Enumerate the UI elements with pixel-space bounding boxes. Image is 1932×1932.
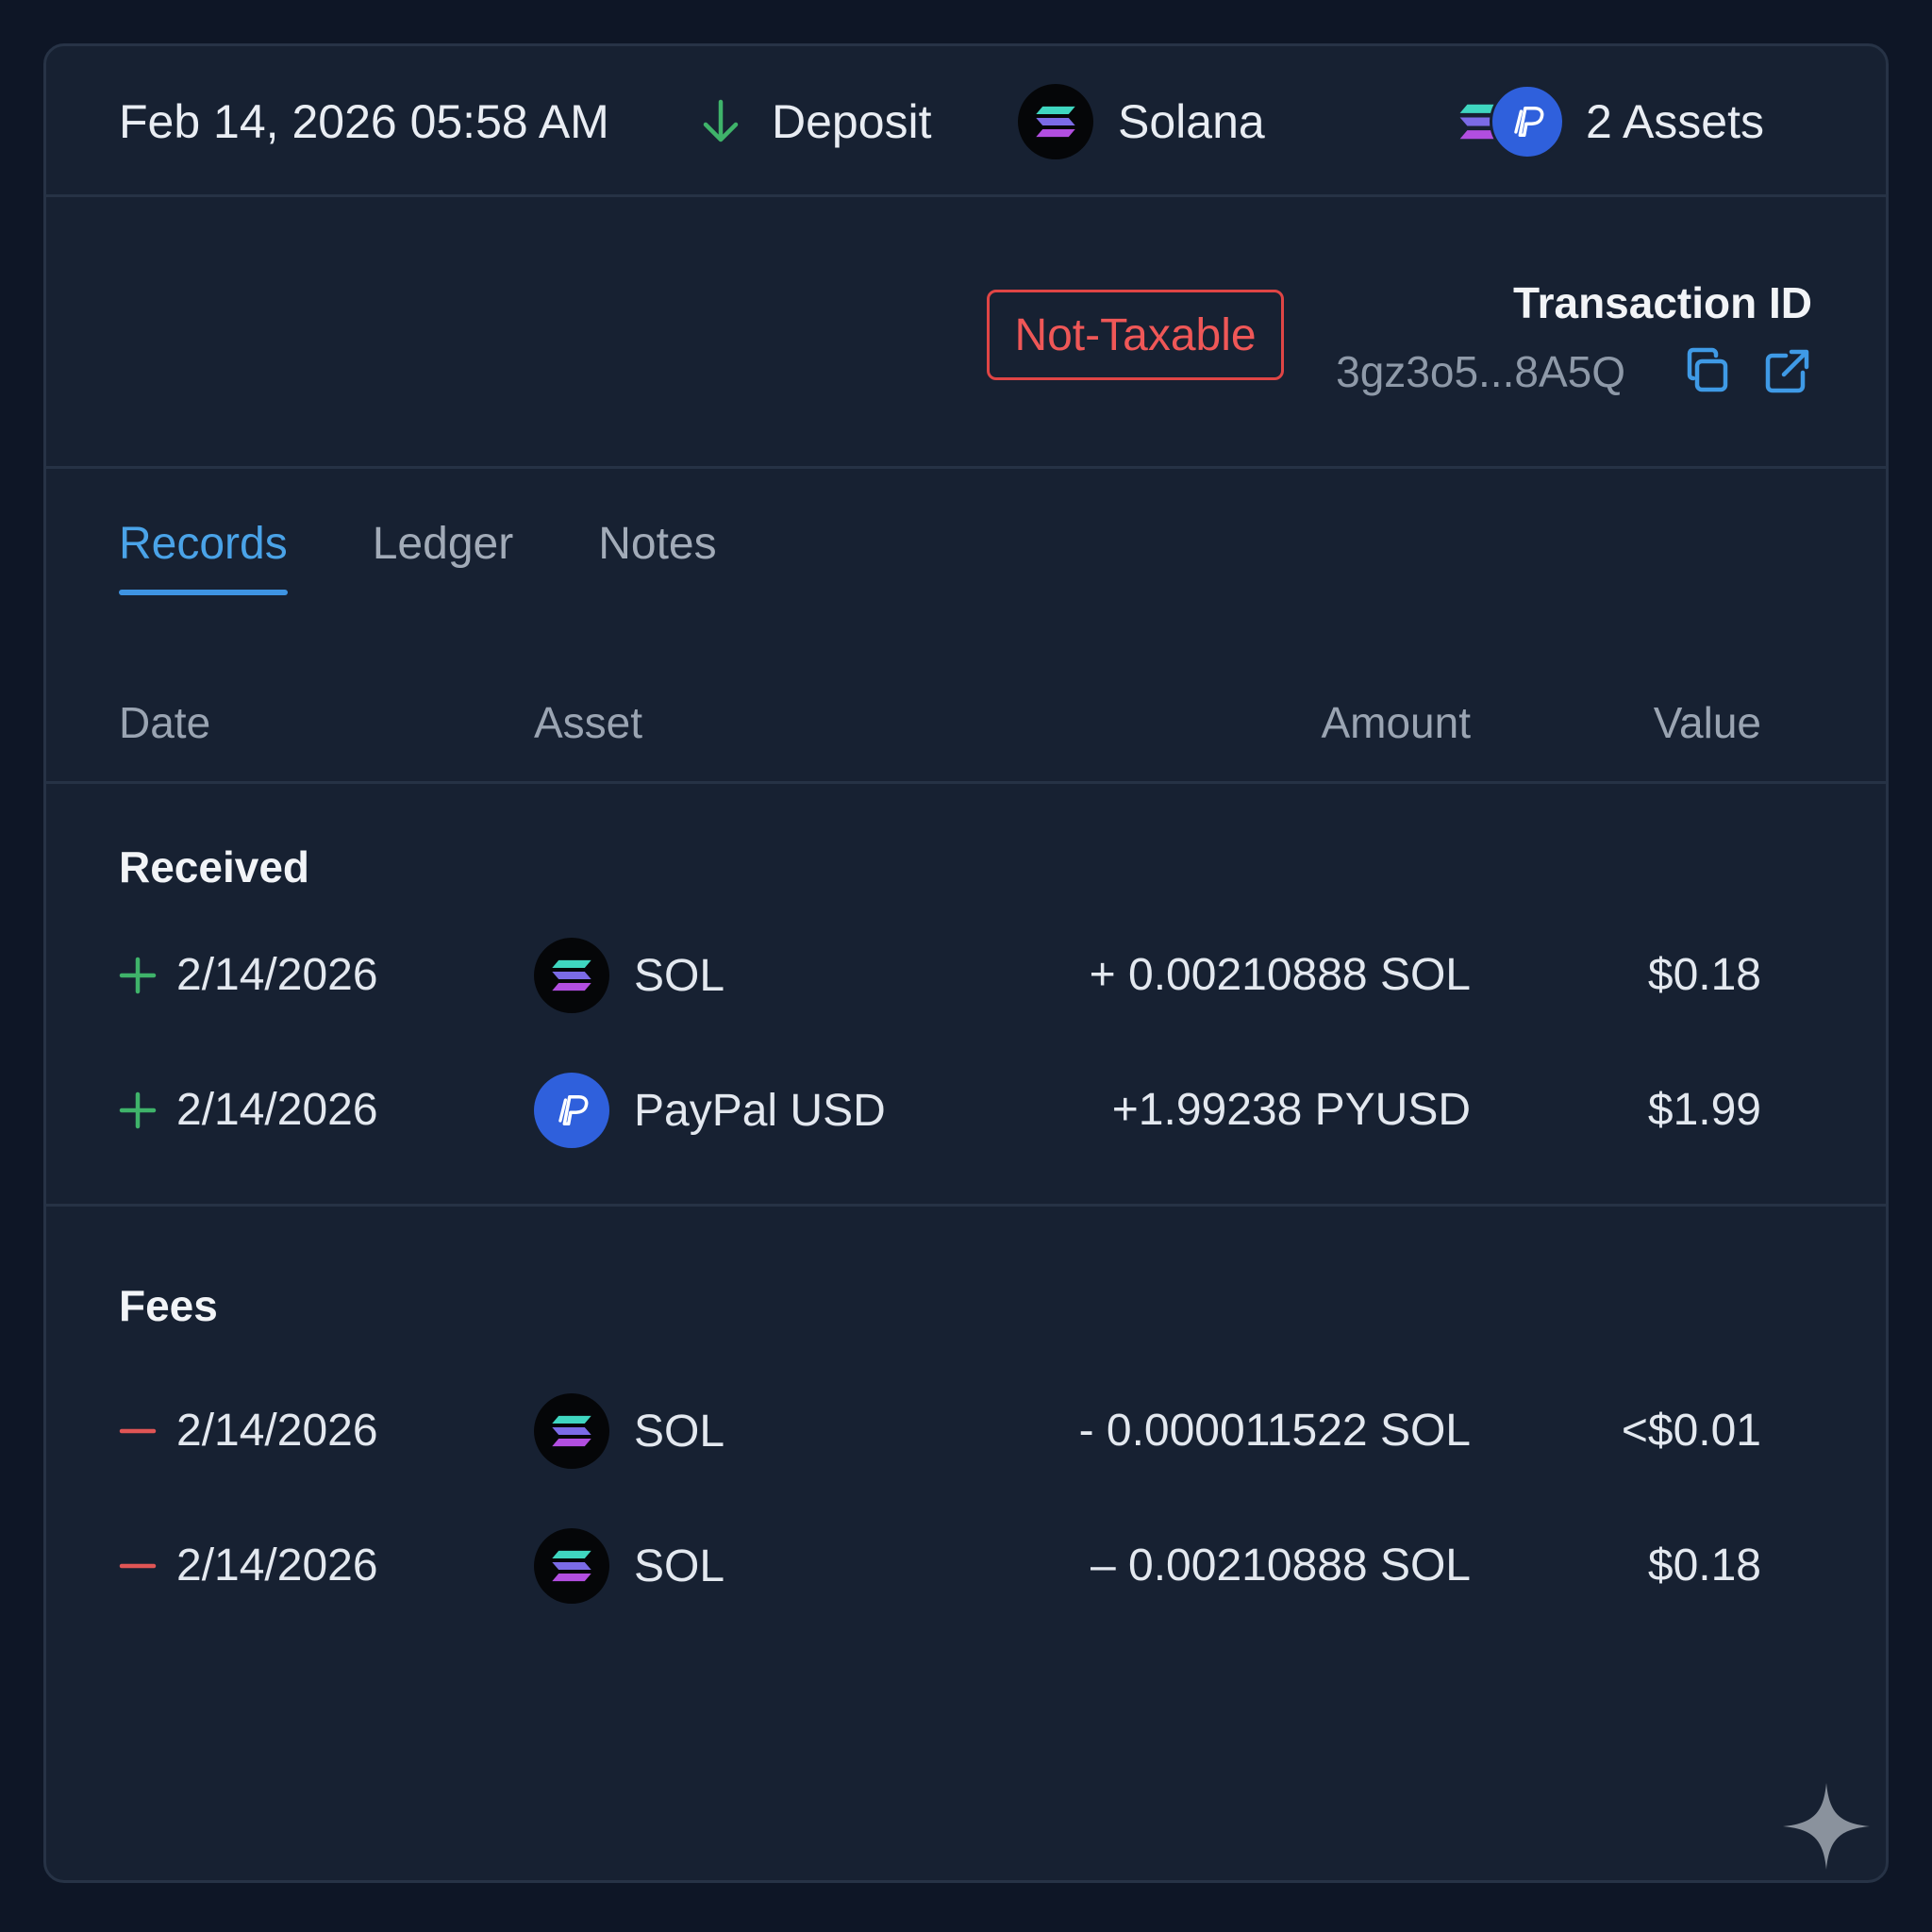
row-asset: SOL (534, 1528, 724, 1604)
row-date: 2/14/2026 (176, 1406, 378, 1456)
row-value: $1.99 (1647, 1085, 1761, 1135)
table-row[interactable]: 2/14/2026 SOL - 0.000011522 SOL <$0.01 (46, 1384, 1886, 1478)
tab-ledger-label: Ledger (372, 519, 514, 569)
transaction-details: Not-Taxable Transaction ID 3gz3o5...8A5Q (46, 200, 1886, 469)
pyusd-icon (1490, 84, 1565, 159)
table-row[interactable]: 2/14/2026 SOL + 0.00210888 SOL $0.18 (46, 928, 1886, 1023)
column-header-amount: Amount (1321, 698, 1471, 747)
table-row[interactable]: 2/14/2026 SOL – 0.00210888 SOL $0.18 (46, 1519, 1886, 1613)
transaction-datetime: Feb 14, 2026 05:58 AM (119, 95, 609, 148)
external-link-icon[interactable] (1761, 346, 1812, 397)
transaction-id-row: 3gz3o5...8A5Q (1336, 346, 1812, 397)
row-amount: + 0.00210888 SOL (1089, 950, 1471, 1000)
solana-icon (534, 1528, 609, 1604)
chain-label: Solana (1118, 95, 1265, 148)
column-header-value: Value (1653, 698, 1761, 747)
received-section: Received 2/14/2026 SOL + 0.00210888 SOL … (46, 787, 1886, 1207)
column-header-asset: Asset (534, 698, 643, 747)
chain-info: Solana (1018, 46, 1265, 197)
row-amount: - 0.000011522 SOL (1078, 1406, 1471, 1456)
sparkle-icon (1783, 1783, 1870, 1870)
column-header-date: Date (119, 698, 211, 747)
active-tab-indicator (119, 590, 288, 595)
transaction-type-label: Deposit (772, 95, 932, 148)
asset-stack-icons (1444, 84, 1567, 159)
row-amount: +1.99238 PYUSD (1111, 1085, 1471, 1135)
tab-records[interactable]: Records (119, 518, 288, 595)
transaction-id-value: 3gz3o5...8A5Q (1336, 347, 1625, 396)
table-header: Date Asset Amount Value (46, 669, 1886, 784)
solana-icon (534, 1393, 609, 1469)
minus-icon (119, 1563, 157, 1569)
tab-notes[interactable]: Notes (598, 518, 716, 595)
arrow-down-icon (703, 99, 739, 142)
assets-summary[interactable]: 2 Assets (1444, 46, 1764, 197)
row-asset: SOL (534, 938, 724, 1013)
tax-status-badge: Not-Taxable (987, 290, 1284, 380)
row-asset-name: SOL (634, 950, 725, 1001)
assets-count: 2 Assets (1586, 95, 1764, 148)
tab-ledger[interactable]: Ledger (373, 518, 513, 595)
row-date: 2/14/2026 (176, 1085, 378, 1135)
row-asset-name: PayPal USD (634, 1085, 886, 1136)
row-value: $0.18 (1647, 950, 1761, 1000)
transaction-type: Deposit (700, 46, 932, 197)
row-date: 2/14/2026 (176, 950, 378, 1000)
row-amount: – 0.00210888 SOL (1090, 1541, 1471, 1591)
solana-icon (1018, 84, 1093, 159)
table-row[interactable]: 2/14/2026 PayPal USD +1.99238 PYUSD $1.9… (46, 1063, 1886, 1158)
solana-icon (534, 938, 609, 1013)
tab-bar: Records Ledger Notes (119, 518, 802, 612)
row-date: 2/14/2026 (176, 1541, 378, 1591)
transaction-id-label: Transaction ID (1513, 278, 1812, 327)
tab-records-label: Records (119, 519, 288, 569)
received-title: Received (119, 842, 310, 891)
row-asset: PayPal USD (534, 1073, 886, 1148)
fees-title: Fees (119, 1281, 218, 1330)
row-asset-name: SOL (634, 1406, 725, 1457)
row-value: $0.18 (1647, 1541, 1761, 1591)
row-asset-name: SOL (634, 1541, 725, 1591)
tab-notes-label: Notes (598, 519, 717, 569)
row-value: <$0.01 (1621, 1406, 1761, 1456)
row-asset: SOL (534, 1393, 724, 1469)
minus-icon (119, 1428, 157, 1434)
plus-icon (119, 1091, 157, 1129)
transaction-header: Feb 14, 2026 05:58 AM Deposit Solana 2 A… (46, 46, 1886, 197)
transaction-card: Feb 14, 2026 05:58 AM Deposit Solana 2 A… (43, 43, 1889, 1883)
pyusd-icon (534, 1073, 609, 1148)
plus-icon (119, 957, 157, 994)
fees-section: Fees 2/14/2026 SOL - 0.000011522 SOL <$0… (46, 1209, 1886, 1681)
copy-icon[interactable] (1682, 346, 1733, 397)
